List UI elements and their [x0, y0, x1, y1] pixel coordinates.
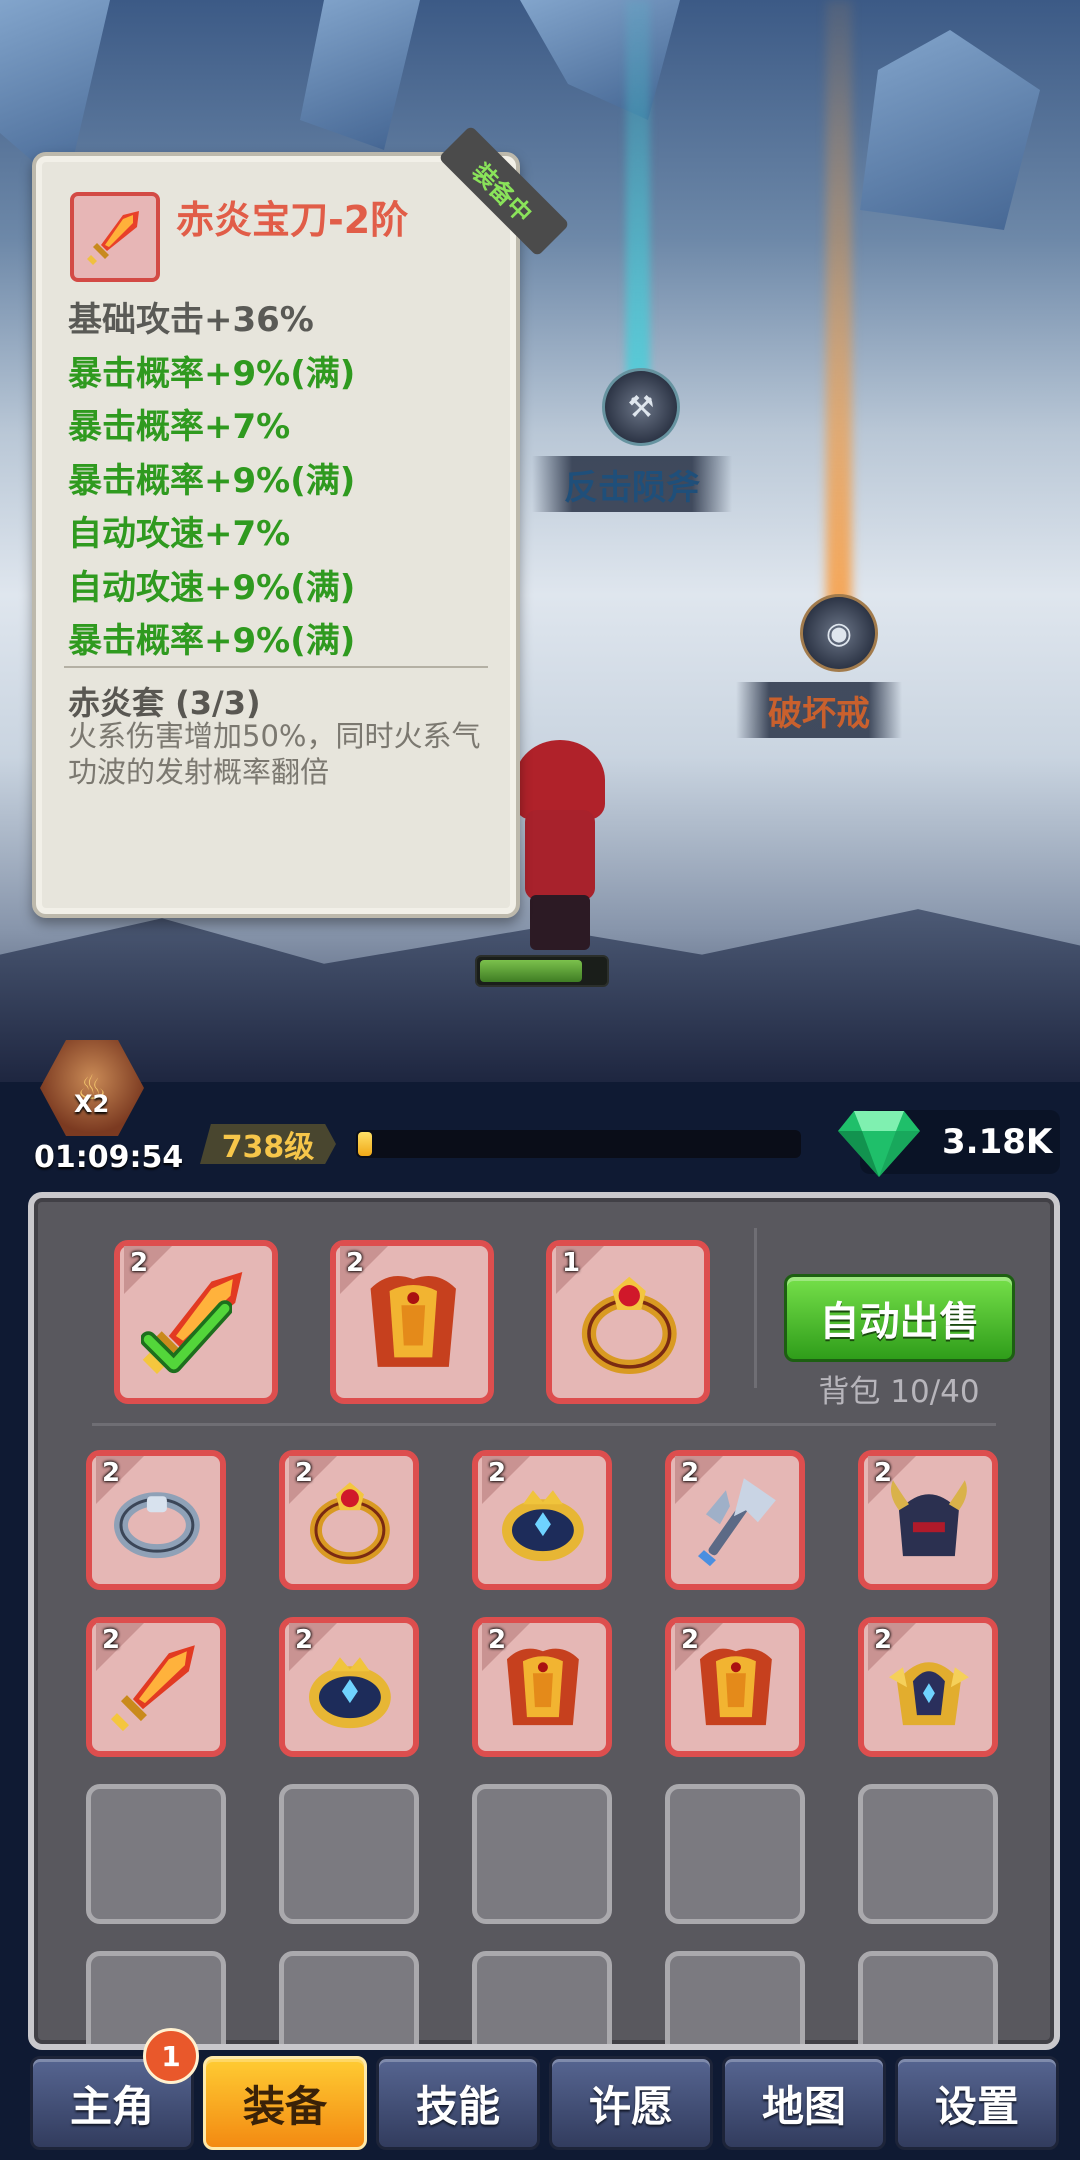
set-description: 火系伤害增加50%，同时火系气功波的发射概率翻倍: [68, 719, 481, 789]
empty-slot[interactable]: [279, 1784, 419, 1924]
skill-label-2: 破坏戒: [736, 682, 902, 738]
nav-tab[interactable]: 设置: [895, 2056, 1059, 2150]
nav-tab[interactable]: 技能: [376, 2056, 540, 2150]
ring-icon: ◉: [825, 615, 853, 651]
empty-slot[interactable]: [665, 1951, 805, 2044]
stat-line: 暴击概率+7%: [68, 407, 291, 447]
skill-orb-ring[interactable]: ◉: [800, 594, 878, 672]
hero-hp-bar: [475, 955, 609, 987]
skill-name: 反击陨斧: [564, 467, 700, 508]
tier-number: 2: [295, 1458, 314, 1488]
ice-crystal: [300, 0, 420, 150]
inventory-slot[interactable]: 2: [665, 1450, 805, 1590]
tier-number: 1: [562, 1248, 581, 1278]
boost-multiplier: X2: [74, 1090, 110, 1118]
hero-hp-fill: [480, 960, 582, 982]
inventory-slot[interactable]: 2: [114, 1240, 278, 1404]
nav-tab[interactable]: 装备: [203, 2056, 367, 2150]
exp-bar-fill: [358, 1132, 372, 1156]
hero-character: [505, 740, 615, 950]
skill-orb-axe[interactable]: ⚒: [602, 368, 680, 446]
ice-crystal: [520, 0, 680, 120]
item-stats: 基础攻击+36% 暴击概率+9%(满) 暴击概率+7% 暴击概率+9%(满) 自动攻速+…: [68, 294, 355, 669]
boost-timer: 01:09:54: [34, 1140, 184, 1175]
empty-slot[interactable]: [858, 1951, 998, 2044]
nav-tab[interactable]: 地图: [722, 2056, 886, 2150]
skill-beam-orange: [826, 0, 852, 610]
hero-body: [525, 810, 595, 900]
tooltip-divider: [64, 666, 488, 668]
tier-number: 2: [681, 1625, 700, 1655]
tier-number: 2: [102, 1625, 121, 1655]
tier-number: 2: [681, 1458, 700, 1488]
empty-slot[interactable]: [279, 1951, 419, 2044]
inventory-slot[interactable]: 2: [472, 1617, 612, 1757]
inventory-slot[interactable]: 2: [279, 1617, 419, 1757]
item-tooltip: 赤炎宝刀-2阶 装备中 基础攻击+36% 暴击概率+9%(满) 暴击概率+7% 暴击概…: [32, 125, 570, 918]
inventory-slot[interactable]: 1: [546, 1240, 710, 1404]
tier-number: 2: [346, 1248, 365, 1278]
inventory-slot[interactable]: 2: [858, 1450, 998, 1590]
empty-slot[interactable]: [472, 1784, 612, 1924]
panel-divider-horizontal: [92, 1423, 996, 1426]
tier-number: 2: [130, 1248, 149, 1278]
inventory-slot[interactable]: 2: [330, 1240, 494, 1404]
empty-slot[interactable]: [86, 1784, 226, 1924]
stat-line: 基础攻击+36%: [68, 300, 314, 340]
item-name: 赤炎宝刀-2阶: [176, 198, 409, 242]
boost-hex-icon: ♨: [40, 1040, 144, 1136]
inventory-slot[interactable]: 2: [665, 1617, 805, 1757]
gem-icon: [838, 1111, 920, 1177]
panel-divider-vertical: [754, 1228, 757, 1388]
stat-line: 暴击概率+9%(满): [68, 460, 356, 501]
stat-line: 暴击概率+9%(满): [68, 353, 356, 394]
stat-line: 自动攻速+7%: [68, 514, 291, 554]
inventory-slot[interactable]: 2: [86, 1450, 226, 1590]
tier-number: 2: [488, 1458, 507, 1488]
inventory-slot[interactable]: 2: [858, 1617, 998, 1757]
stat-line: 自动攻速+9%(满): [68, 567, 356, 608]
inventory-slot[interactable]: 2: [86, 1617, 226, 1757]
bag-capacity: 背包 10/40: [818, 1374, 980, 1410]
flame-sword-icon: [87, 211, 139, 265]
item-tooltip-icon: [70, 192, 160, 282]
boost-badge[interactable]: ♨ X2: [40, 1040, 144, 1136]
inventory-panel: 2 2 1 自动出售 背包 10/40 2 2 2 2 2 2 2 2 2 2: [28, 1192, 1060, 2050]
empty-slot[interactable]: [472, 1951, 612, 2044]
stat-line: 暴击概率+9%(满): [68, 621, 356, 661]
nav-tab[interactable]: 许愿: [549, 2056, 713, 2150]
gem-value: 3.18K: [942, 1122, 1053, 1162]
ice-crystal: [860, 30, 1040, 230]
tier-number: 2: [102, 1458, 121, 1488]
level-badge: 738级: [200, 1124, 336, 1164]
inventory-slot[interactable]: 2: [279, 1450, 419, 1590]
tier-number: 2: [488, 1625, 507, 1655]
hero-legs: [530, 895, 590, 950]
skill-name: 破坏戒: [768, 693, 870, 734]
empty-slot[interactable]: [858, 1784, 998, 1924]
tier-number: 2: [874, 1625, 893, 1655]
tier-number: 2: [874, 1458, 893, 1488]
skill-label-1: 反击陨斧: [532, 456, 732, 512]
axe-icon: ⚒: [627, 389, 655, 425]
empty-slot[interactable]: [665, 1784, 805, 1924]
exp-bar: [356, 1130, 801, 1158]
auto-sell-button[interactable]: 自动出售: [784, 1274, 1015, 1362]
skill-beam-teal: [626, 0, 650, 390]
inventory-slot[interactable]: 2: [472, 1450, 612, 1590]
hero-hair: [515, 740, 605, 820]
notification-badge: 1: [143, 2028, 199, 2084]
tier-number: 2: [295, 1625, 314, 1655]
